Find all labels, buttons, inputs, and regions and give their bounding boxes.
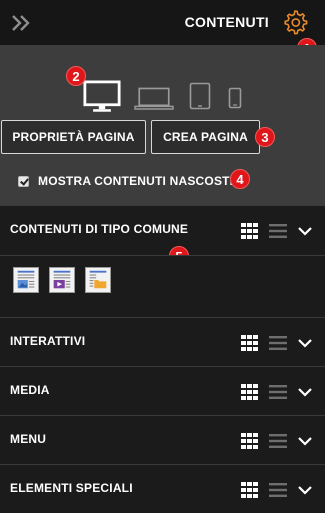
phone-icon[interactable]	[228, 87, 242, 109]
grid-view-icon[interactable]	[241, 482, 258, 498]
double-chevron-right-icon[interactable]	[10, 12, 32, 34]
chevron-down-icon[interactable]	[297, 435, 313, 447]
desktop-icon[interactable]	[82, 80, 122, 113]
section-title: ELEMENTI SPECIALI	[10, 481, 133, 495]
text-folder-icon[interactable]	[85, 267, 111, 293]
section-media[interactable]: MEDIA	[0, 366, 325, 415]
section-title: MEDIA	[10, 383, 50, 397]
tablet-icon[interactable]	[189, 82, 211, 110]
show-hidden-label: MOSTRA CONTENUTI NASCOSTI	[38, 174, 234, 188]
laptop-icon[interactable]	[134, 87, 174, 111]
content-type-tray	[0, 255, 325, 317]
text-image-icon[interactable]	[13, 267, 39, 293]
grid-view-icon[interactable]	[241, 433, 258, 449]
gear-wrench-icon[interactable]	[281, 8, 309, 36]
list-view-icon[interactable]	[269, 483, 287, 497]
chevron-down-icon[interactable]	[297, 337, 313, 349]
grid-view-icon[interactable]	[241, 384, 258, 400]
create-page-button[interactable]: CREA PAGINA	[151, 120, 260, 154]
panel-title: CONTENUTI	[184, 14, 269, 30]
list-view-icon[interactable]	[269, 434, 287, 448]
section-title: MENU	[10, 432, 47, 446]
text-video-icon[interactable]	[49, 267, 75, 293]
top-bar: CONTENUTI 1	[0, 0, 325, 58]
callout-badge-3: 3	[255, 127, 275, 147]
list-view-icon[interactable]	[269, 336, 287, 350]
section-special-elements[interactable]: ELEMENTI SPECIALI	[0, 464, 325, 513]
chevron-down-icon[interactable]	[297, 386, 313, 398]
grid-view-icon[interactable]	[241, 223, 258, 239]
callout-badge-4: 4	[230, 169, 250, 189]
show-hidden-content-row[interactable]: MOSTRA CONTENUTI NASCOSTI	[18, 172, 233, 190]
chevron-down-icon[interactable]	[297, 225, 313, 237]
callout-badge-2: 2	[66, 66, 86, 86]
section-title: CONTENUTI DI TIPO COMUNE	[10, 222, 189, 236]
section-menu[interactable]: MENU	[0, 415, 325, 464]
show-hidden-checkbox[interactable]	[18, 175, 29, 187]
settings-panel: 2 PROPRIETÀ PAGINA CREA PAGINA 3 MOSTRA …	[0, 45, 325, 205]
section-interactive[interactable]: INTERATTIVI	[0, 317, 325, 366]
section-title: INTERATTIVI	[10, 334, 86, 348]
list-view-icon[interactable]	[269, 224, 287, 238]
grid-view-icon[interactable]	[241, 335, 258, 351]
chevron-down-icon[interactable]	[297, 484, 313, 496]
section-common-content[interactable]: CONTENUTI DI TIPO COMUNE 5	[0, 205, 325, 266]
page-properties-button[interactable]: PROPRIETÀ PAGINA	[1, 120, 146, 154]
list-view-icon[interactable]	[269, 385, 287, 399]
